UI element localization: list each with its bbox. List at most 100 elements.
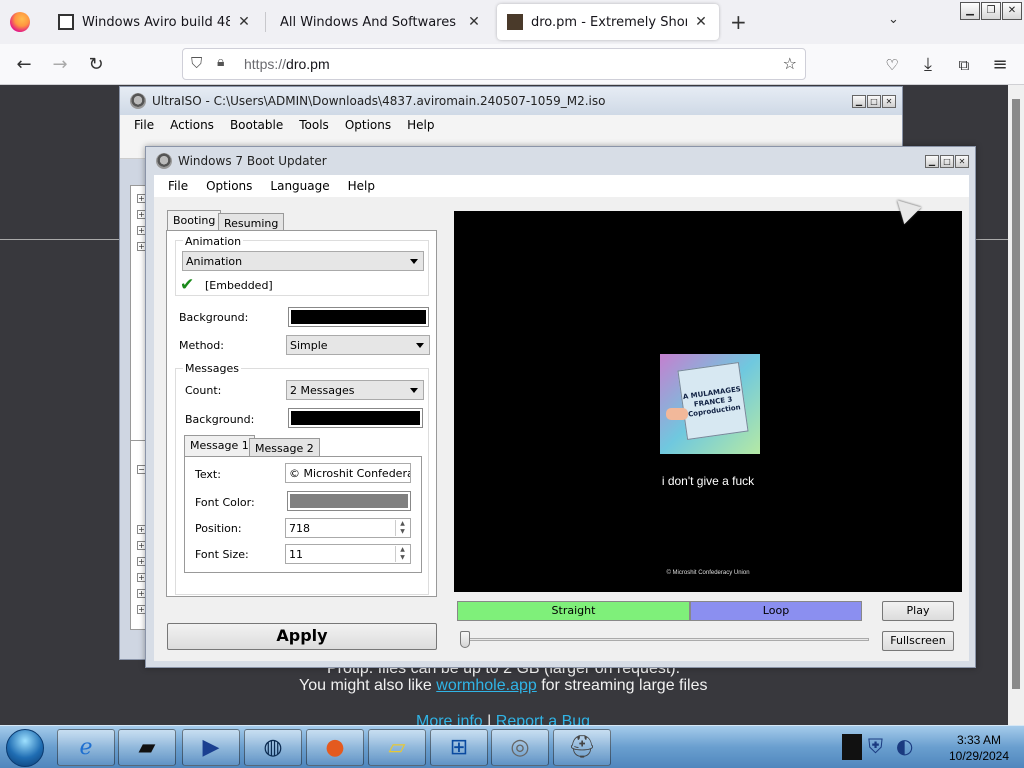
page-favicon-icon xyxy=(507,14,523,30)
count-label: Count: xyxy=(185,384,222,397)
stepper-arrows-icon[interactable]: ▲ ▼ xyxy=(395,520,409,536)
globe-icon[interactable]: ◍ xyxy=(244,729,302,766)
close-tab-icon[interactable]: ✕ xyxy=(693,14,709,30)
boot-updater-icon[interactable]: ⛑ xyxy=(553,729,611,766)
lock-icon[interactable]: 🔒︎ xyxy=(217,54,224,70)
pocket-icon[interactable]: ♡ xyxy=(880,53,904,77)
close-icon[interactable]: ✕ xyxy=(955,155,969,168)
firefox-icon[interactable]: ● xyxy=(306,729,364,766)
ultraiso-titlebar[interactable]: UltraISO - C:\Users\ADMIN\Downloads\4837… xyxy=(120,87,902,115)
network-icon[interactable]: ⛨ xyxy=(868,734,883,758)
play-button[interactable]: Play xyxy=(882,601,954,621)
msg-background-color-swatch[interactable] xyxy=(288,408,423,428)
tab-dro-pm[interactable]: dro.pm - Extremely Short Links ✕ xyxy=(497,4,719,40)
minimize-icon[interactable]: ▁ xyxy=(852,95,866,108)
app-window-icon[interactable]: ▰ xyxy=(118,729,176,766)
close-icon[interactable]: ✕ xyxy=(1002,2,1022,20)
url-text: https://dro.pm xyxy=(244,56,330,72)
wormhole-prefix: You might also like xyxy=(299,677,437,694)
clock-time: 3:33 AM xyxy=(956,733,1002,747)
disc-icon[interactable]: ◎ xyxy=(491,729,549,766)
menu-hamburger-icon[interactable]: ≡ xyxy=(988,53,1012,77)
preview-message-2: © Microshit Confederacy Union xyxy=(666,570,750,576)
tab-booting[interactable]: Booting xyxy=(167,210,222,230)
ultraiso-menu-help[interactable]: Help xyxy=(407,118,434,132)
menu-language[interactable]: Language xyxy=(270,179,329,193)
tray-flag-icon[interactable] xyxy=(842,734,862,760)
firefox-logo-icon[interactable] xyxy=(10,12,30,32)
extensions-icon[interactable]: ⧉ xyxy=(952,53,976,77)
menu-help[interactable]: Help xyxy=(348,179,375,193)
reload-icon[interactable]: ↻ xyxy=(84,53,108,77)
tab-all-windows[interactable]: All Windows And Softwares Downlo ✕ xyxy=(270,4,492,40)
shield-icon[interactable]: ⛉ xyxy=(191,54,202,72)
animation-select[interactable]: Animation xyxy=(182,251,424,271)
tab-list-chevron-icon[interactable]: ⌄ xyxy=(888,12,899,27)
ultraiso-menu-tools[interactable]: Tools xyxy=(299,118,329,132)
font-color-fill xyxy=(290,494,408,508)
maximize-icon[interactable]: □ xyxy=(867,95,881,108)
scrollbar-thumb[interactable] xyxy=(1012,99,1020,689)
close-icon[interactable]: ✕ xyxy=(882,95,896,108)
dropdown-arrow-icon xyxy=(410,259,418,264)
ultraiso-menu-file[interactable]: File xyxy=(134,118,154,132)
url-bar[interactable]: ⛉ 🔒︎ https://dro.pm ☆ xyxy=(182,48,806,80)
tab-message-2[interactable]: Message 2 xyxy=(249,438,320,457)
wormhole-link[interactable]: wormhole.app xyxy=(436,677,537,694)
background-color-swatch[interactable] xyxy=(288,307,429,327)
fullscreen-button[interactable]: Fullscreen xyxy=(882,631,954,651)
background-color-fill xyxy=(291,310,426,324)
tab-title: All Windows And Softwares Downlo xyxy=(280,14,460,30)
ultraiso-menu-bootable[interactable]: Bootable xyxy=(230,118,283,132)
position-stepper[interactable]: 718 ▲ ▼ xyxy=(285,518,411,538)
tab-windows-aviro[interactable]: Windows Aviro build 4837 (Mile ✕ xyxy=(48,4,262,40)
media-player-icon[interactable]: ▶ xyxy=(182,729,240,766)
minimize-icon[interactable]: ▁ xyxy=(960,2,980,20)
boot-updater-title: Windows 7 Boot Updater xyxy=(178,154,327,168)
timeline-straight[interactable]: Straight xyxy=(457,601,690,621)
tab-resuming[interactable]: Resuming xyxy=(218,213,285,230)
download-icon[interactable]: ⤓ xyxy=(916,53,940,77)
ultraiso-menu-actions[interactable]: Actions xyxy=(170,118,214,132)
volume-icon[interactable]: ◐ xyxy=(896,734,913,758)
bookmark-star-icon[interactable]: ☆ xyxy=(783,54,797,73)
boot-updater-menubar: File Options Language Help xyxy=(154,175,969,197)
page-scrollbar[interactable] xyxy=(1008,85,1024,725)
setup-icon[interactable]: ⊞ xyxy=(430,729,488,766)
menu-file[interactable]: File xyxy=(168,179,188,193)
timeline-slider-thumb[interactable] xyxy=(460,631,470,648)
stepper-arrows-icon[interactable]: ▲ ▼ xyxy=(395,546,409,562)
ie-icon[interactable]: ℯ xyxy=(57,729,115,766)
maximize-icon[interactable]: □ xyxy=(940,155,954,168)
tab-message-1[interactable]: Message 1 xyxy=(184,435,255,457)
font-color-swatch[interactable] xyxy=(287,491,411,511)
restore-icon[interactable]: ❐ xyxy=(981,2,1001,20)
folders-icon[interactable]: ▱ xyxy=(368,729,426,766)
back-arrow-icon[interactable]: ← xyxy=(12,53,36,77)
font-size-stepper[interactable]: 11 ▲ ▼ xyxy=(285,544,411,564)
forward-arrow-icon[interactable]: → xyxy=(48,53,72,77)
method-select[interactable]: Simple xyxy=(286,335,430,355)
boot-updater-window[interactable]: Windows 7 Boot Updater ▁ □ ✕ File Option… xyxy=(145,146,976,668)
count-select[interactable]: 2 Messages xyxy=(286,380,424,400)
minimize-icon[interactable]: ▁ xyxy=(925,155,939,168)
wormhole-line: You might also like wormhole.app for str… xyxy=(299,677,708,695)
boot-updater-app-icon xyxy=(156,153,172,169)
close-tab-icon[interactable]: ✕ xyxy=(236,14,252,30)
menu-options[interactable]: Options xyxy=(206,179,252,193)
font-color-label: Font Color: xyxy=(195,496,255,509)
message-text-field[interactable]: © Microshit Confederacy U xyxy=(285,463,411,483)
clock[interactable]: 3:33 AM 10/29/2024 xyxy=(936,732,1022,764)
timeline-slider-track[interactable] xyxy=(460,638,869,641)
msg-background-color-fill xyxy=(291,411,420,425)
close-tab-icon[interactable]: ✕ xyxy=(466,14,482,30)
animation-select-value: Animation xyxy=(186,255,243,268)
new-tab-button[interactable]: + xyxy=(730,10,747,34)
position-label: Position: xyxy=(195,522,242,535)
apply-button[interactable]: Apply xyxy=(167,623,437,650)
boot-updater-titlebar[interactable]: Windows 7 Boot Updater xyxy=(146,147,975,175)
method-select-value: Simple xyxy=(290,339,328,352)
ultraiso-menu-options[interactable]: Options xyxy=(345,118,391,132)
start-button-icon[interactable] xyxy=(6,729,44,767)
timeline-loop[interactable]: Loop xyxy=(690,601,862,621)
